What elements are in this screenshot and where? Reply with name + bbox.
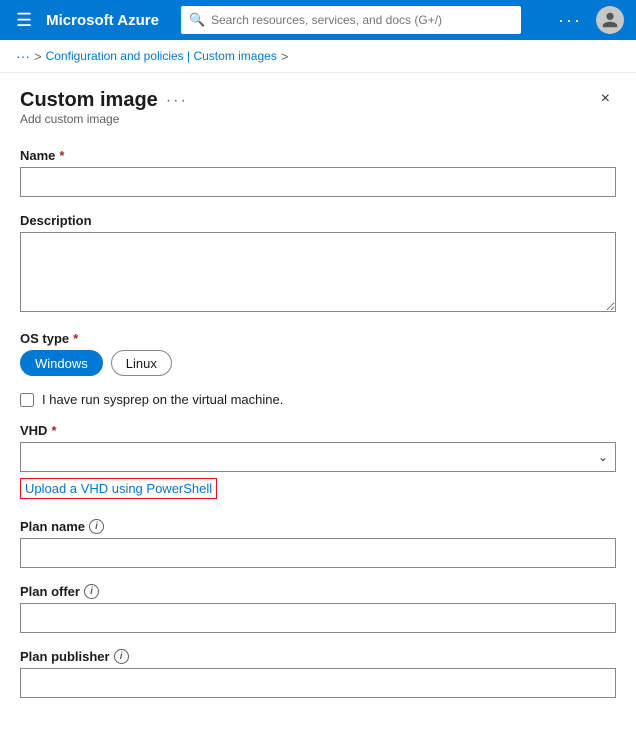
page-subtitle: Add custom image <box>20 112 188 126</box>
os-type-label: OS type * <box>20 331 616 346</box>
name-label: Name * <box>20 148 616 163</box>
navbar-right: ··· <box>558 6 624 34</box>
upload-vhd-link[interactable]: Upload a VHD using PowerShell <box>20 478 217 499</box>
vhd-select-wrapper: ⌄ <box>20 442 616 472</box>
os-type-field-group: OS type * Windows Linux <box>20 331 616 376</box>
breadcrumb-link[interactable]: Configuration and policies | Custom imag… <box>46 49 277 63</box>
search-container: 🔍 <box>181 6 521 34</box>
search-icon: 🔍 <box>189 12 205 28</box>
name-input[interactable] <box>20 167 616 197</box>
breadcrumb: ··· > Configuration and policies | Custo… <box>0 40 636 73</box>
plan-offer-field-group: Plan offer i <box>20 584 616 633</box>
plan-offer-label: Plan offer i <box>20 584 616 599</box>
navbar-more-icon[interactable]: ··· <box>558 10 582 31</box>
plan-name-info-icon[interactable]: i <box>89 519 104 534</box>
page-title: Custom image <box>20 89 158 112</box>
close-button[interactable]: × <box>595 89 616 109</box>
vhd-select[interactable] <box>20 442 616 472</box>
main-content: Custom image ··· Add custom image × Name… <box>0 73 636 738</box>
os-windows-button[interactable]: Windows <box>20 350 103 376</box>
plan-publisher-info-icon[interactable]: i <box>114 649 129 664</box>
page-header: Custom image ··· Add custom image × <box>20 89 616 146</box>
sysprep-label[interactable]: I have run sysprep on the virtual machin… <box>42 392 283 407</box>
sysprep-checkbox-row: I have run sysprep on the virtual machin… <box>20 392 616 407</box>
sysprep-checkbox[interactable] <box>20 393 34 407</box>
os-toggle: Windows Linux <box>20 350 616 376</box>
plan-publisher-label: Plan publisher i <box>20 649 616 664</box>
breadcrumb-sep-2: > <box>281 49 289 64</box>
plan-name-label: Plan name i <box>20 519 616 534</box>
plan-publisher-field-group: Plan publisher i <box>20 649 616 698</box>
name-field-group: Name * <box>20 148 616 197</box>
breadcrumb-dots[interactable]: ··· <box>16 48 30 64</box>
page-title-group: Custom image ··· Add custom image <box>20 89 188 146</box>
hamburger-icon[interactable]: ☰ <box>12 6 36 35</box>
plan-offer-input[interactable] <box>20 603 616 633</box>
avatar[interactable] <box>596 6 624 34</box>
search-input[interactable] <box>181 6 521 34</box>
vhd-required-star: * <box>51 423 56 438</box>
plan-publisher-input[interactable] <box>20 668 616 698</box>
vhd-label: VHD * <box>20 423 616 438</box>
plan-offer-info-icon[interactable]: i <box>84 584 99 599</box>
description-field-group: Description <box>20 213 616 315</box>
breadcrumb-sep-1: > <box>34 49 42 64</box>
description-label: Description <box>20 213 616 228</box>
os-linux-button[interactable]: Linux <box>111 350 172 376</box>
plan-name-field-group: Plan name i <box>20 519 616 568</box>
name-required-star: * <box>59 148 64 163</box>
page-options-icon[interactable]: ··· <box>166 92 188 110</box>
plan-name-input[interactable] <box>20 538 616 568</box>
description-input[interactable] <box>20 232 616 312</box>
brand-name: Microsoft Azure <box>46 12 159 29</box>
navbar: ☰ Microsoft Azure 🔍 ··· <box>0 0 636 40</box>
vhd-field-group: VHD * ⌄ Upload a VHD using PowerShell <box>20 423 616 503</box>
os-type-required-star: * <box>73 331 78 346</box>
